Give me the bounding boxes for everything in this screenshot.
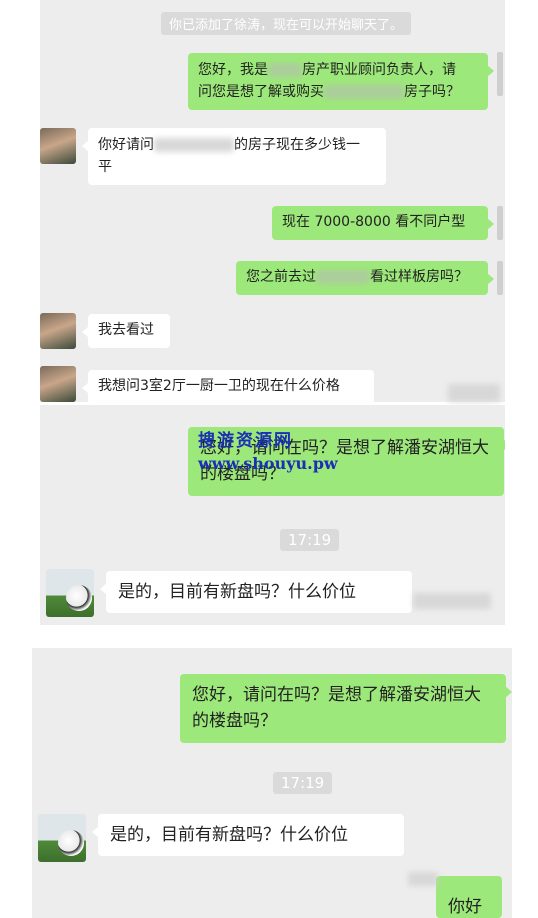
- redacted-name: [316, 270, 370, 284]
- watermark: 搜游资源网 www.shouyu.pw: [198, 430, 338, 475]
- blurred-region: [448, 384, 500, 402]
- msg-text: 平: [98, 158, 112, 175]
- msg-text: 房子吗？: [404, 83, 460, 100]
- msg-text: 是的，目前有新盘吗？什么价位: [110, 825, 348, 845]
- msg-text: 您好，我是: [198, 62, 268, 78]
- timestamp: 17:19: [273, 772, 333, 794]
- blurred-region: [408, 872, 438, 886]
- contact-avatar[interactable]: [40, 366, 76, 402]
- incoming-message-1[interactable]: 你好请问 的房子现在多少钱一 平: [82, 128, 386, 186]
- side-edge: [497, 206, 503, 240]
- redacted-name: [154, 138, 234, 152]
- soccer-ball-icon: [58, 830, 84, 856]
- contact-avatar[interactable]: [46, 569, 94, 617]
- outgoing-message-1[interactable]: 您好，我是 房产职业顾问负责人，请 问您是想了解或购买 房子吗？: [188, 53, 494, 111]
- outgoing-message-partial[interactable]: 你好: [436, 876, 502, 918]
- incoming-message-3[interactable]: 我想问3室2厅一厨一卫的现在什么价格: [82, 370, 374, 402]
- timestamp: 17:19: [280, 529, 340, 551]
- system-notice: 你已添加了徐涛，现在可以开始聊天了。: [161, 12, 412, 35]
- incoming-message-2[interactable]: 我去看过: [82, 314, 170, 348]
- chat-panel-1: 你已添加了徐涛，现在可以开始聊天了。 您好，我是 房产职业顾问负责人，请 问您是想…: [40, 0, 505, 402]
- watermark-title: 搜游资源网: [198, 431, 293, 451]
- outgoing-message-2[interactable]: 现在 7000-8000 看不同户型: [272, 206, 494, 240]
- msg-text: 问您是想了解或购买: [198, 83, 324, 100]
- contact-avatar[interactable]: [40, 128, 76, 164]
- side-edge: [497, 52, 503, 96]
- soccer-ball-icon: [66, 585, 92, 611]
- msg-text: 您之前去过: [246, 269, 316, 285]
- msg-text: 看过样板房吗？: [370, 269, 468, 285]
- msg-text: 是的，目前有新盘吗？什么价位: [118, 582, 356, 602]
- msg-text: 你好请问: [98, 137, 154, 153]
- redacted-name: [324, 84, 404, 99]
- outgoing-message-3[interactable]: 您之前去过 看过样板房吗？: [236, 261, 494, 295]
- outgoing-message-1[interactable]: 您好，请问在吗？是想了解潘安湖恒大的楼盘吗？: [180, 674, 512, 743]
- watermark-url: www.shouyu.pw: [198, 453, 338, 473]
- msg-text: 您好，请问在吗？是想了解潘安湖恒大的楼盘吗？: [192, 685, 481, 732]
- blurred-region: [413, 593, 491, 609]
- contact-avatar[interactable]: [38, 814, 86, 862]
- msg-text: 我去看过: [98, 322, 154, 338]
- msg-text: 我想问3室2厅一厨一卫的现在什么价格: [98, 378, 340, 394]
- msg-text: 你好: [448, 897, 482, 917]
- contact-avatar[interactable]: [40, 313, 76, 349]
- redacted-name: [268, 63, 302, 77]
- incoming-message-1[interactable]: 是的，目前有新盘吗？什么价位: [92, 814, 404, 857]
- incoming-message-1[interactable]: 是的，目前有新盘吗？什么价位: [100, 571, 412, 614]
- msg-text: 房产职业顾问负责人，请: [302, 62, 456, 78]
- msg-text: 现在 7000-8000 看不同户型: [282, 214, 466, 230]
- chat-panel-3: 您好，请问在吗？是想了解潘安湖恒大的楼盘吗？ 17:19 是的，目前有新盘吗？什…: [32, 648, 512, 918]
- side-edge: [497, 261, 503, 295]
- msg-text: 的房子现在多少钱一: [234, 137, 360, 153]
